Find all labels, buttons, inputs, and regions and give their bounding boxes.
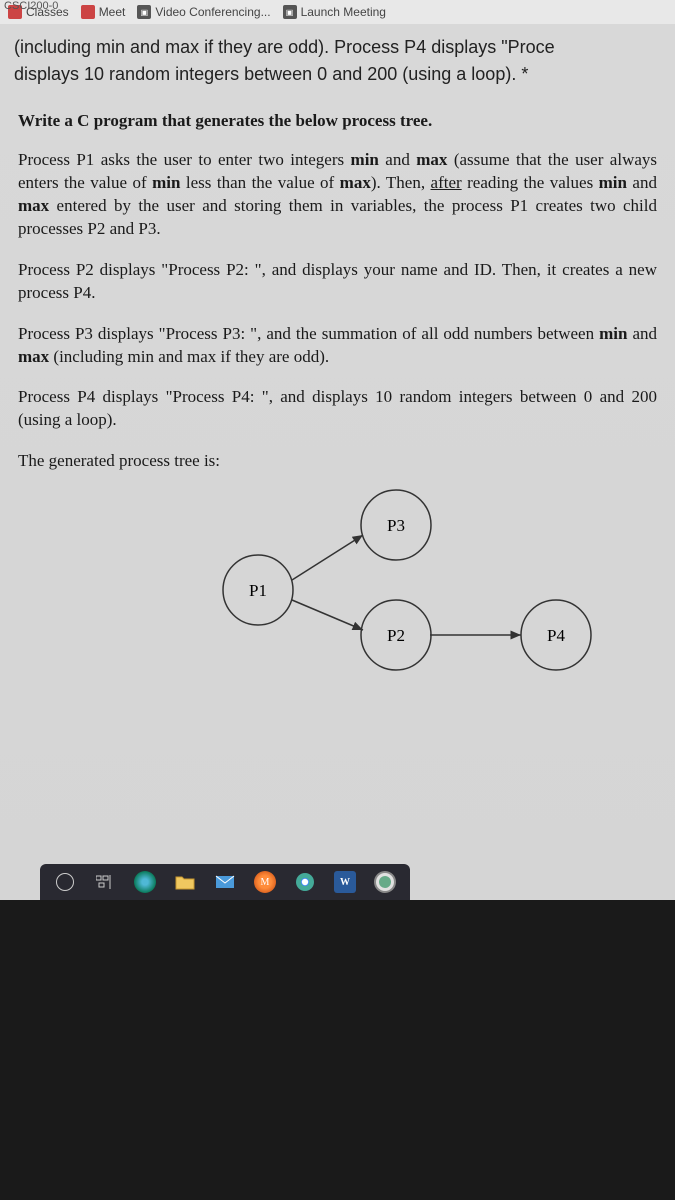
paragraph-p4: Process P4 displays "Process P4: ", and …: [18, 386, 657, 432]
windows-taskbar: M W: [40, 864, 410, 900]
node-p1-label: P1: [249, 581, 267, 600]
mail-icon[interactable]: [214, 871, 236, 893]
question-content: Write a C program that generates the bel…: [0, 96, 675, 696]
tab-label: Meet: [99, 5, 126, 19]
cortana-icon[interactable]: M: [254, 871, 276, 893]
screen-area: CSCI200-0 Classes Meet ▣ Video Conferenc…: [0, 0, 675, 900]
paragraph-p3: Process P3 displays "Process P3: ", and …: [18, 323, 657, 369]
tab-launch-meeting[interactable]: ▣ Launch Meeting: [283, 5, 386, 19]
app-icon[interactable]: [374, 871, 396, 893]
edge-icon[interactable]: [134, 871, 156, 893]
word-icon[interactable]: W: [334, 871, 356, 893]
tab-label: Video Conferencing...: [155, 5, 270, 19]
process-tree-diagram: P1 P3 P2 P4: [158, 485, 618, 675]
file-explorer-icon[interactable]: [174, 871, 196, 893]
below-screen-area: [0, 900, 675, 1200]
tree-caption: The generated process tree is:: [18, 450, 657, 473]
paragraph-p2: Process P2 displays "Process P2: ", and …: [18, 259, 657, 305]
start-icon[interactable]: [54, 871, 76, 893]
browser-tab-strip: Classes Meet ▣ Video Conferencing... ▣ L…: [0, 0, 675, 24]
node-p2-label: P2: [387, 626, 405, 645]
camera-icon: ▣: [137, 5, 151, 19]
node-p4-label: P4: [547, 626, 565, 645]
chrome-icon[interactable]: [294, 871, 316, 893]
page-id-fragment: CSCI200-0: [4, 0, 58, 12]
truncated-question-text: (including min and max if they are odd).…: [0, 24, 675, 96]
node-p3-label: P3: [387, 516, 405, 535]
tab-label: Launch Meeting: [301, 5, 386, 19]
camera-icon: ▣: [283, 5, 297, 19]
paragraph-p1: Process P1 asks the user to enter two in…: [18, 149, 657, 241]
tab-meet[interactable]: Meet: [81, 5, 126, 19]
question-intro: Write a C program that generates the bel…: [18, 110, 657, 133]
tab-video-conferencing[interactable]: ▣ Video Conferencing...: [137, 5, 270, 19]
meet-icon: [81, 5, 95, 19]
task-view-icon[interactable]: [94, 871, 116, 893]
